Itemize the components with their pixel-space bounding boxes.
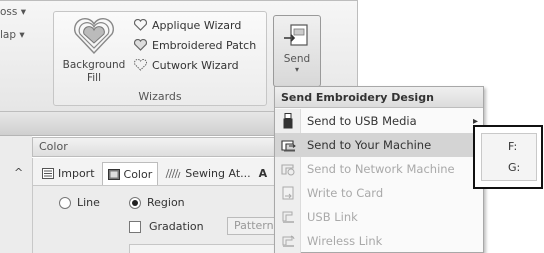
- menu-item-send-to-your-machine[interactable]: Send to Your Machine: [275, 133, 483, 157]
- menu-item-wireless-link[interactable]: Wireless Link: [275, 229, 483, 253]
- wireless-link-icon: [282, 235, 295, 247]
- region-radio[interactable]: Region: [129, 196, 185, 209]
- tab-sewing-attributes[interactable]: Sewing At...: [160, 162, 255, 184]
- left-margin: [0, 136, 32, 253]
- gradation-label: Gradation: [149, 220, 204, 233]
- region-radio-button[interactable]: [129, 196, 141, 209]
- usb-icon: [283, 113, 293, 129]
- menu-item-send-to-network-machine[interactable]: Send to Network Machine: [275, 157, 483, 181]
- wizards-group: Background Fill Applique Wizard Embroide…: [53, 11, 267, 106]
- send-icon: [284, 24, 308, 46]
- background-fill-icon: [74, 18, 114, 55]
- heart-outline-icon: [134, 19, 147, 31]
- usb-link-icon: [282, 211, 294, 223]
- color-icon: [107, 168, 120, 180]
- card-icon: [282, 186, 294, 200]
- menu-item-usb-link[interactable]: USB Link: [275, 205, 483, 229]
- heart-patch-icon: [134, 39, 147, 51]
- ribbon-partial-item-2[interactable]: lap ▾: [0, 29, 25, 41]
- wizards-group-label: Wizards: [138, 90, 182, 103]
- drive-g[interactable]: G:: [508, 161, 520, 174]
- gradation-checkbox-box[interactable]: [129, 220, 141, 233]
- drive-f[interactable]: F:: [508, 140, 517, 153]
- menu-item-send-to-usb-media[interactable]: Send to USB Media ▸: [275, 109, 483, 133]
- background-fill-label-1: Background: [62, 59, 126, 71]
- menu-title: Send Embroidery Design: [275, 87, 483, 108]
- embroidered-patch-button[interactable]: Embroidered Patch: [134, 35, 266, 55]
- applique-wizard-button[interactable]: Applique Wizard: [134, 15, 266, 35]
- panel-title: Color: [39, 140, 68, 153]
- network-machine-icon: [281, 164, 295, 176]
- line-radio-button[interactable]: [59, 196, 71, 209]
- collapse-caret[interactable]: ^: [14, 166, 23, 179]
- pattern-button[interactable]: Pattern...: [227, 217, 281, 235]
- cutwork-heart-icon: [134, 59, 147, 71]
- pattern-area: [129, 244, 279, 253]
- usb-drive-submenu: F: G:: [473, 125, 543, 189]
- wizard-list: Applique Wizard Embroidered Patch Cutwor…: [134, 15, 266, 75]
- background-fill-label-2: Fill: [86, 72, 102, 84]
- line-radio[interactable]: Line: [59, 196, 100, 209]
- submenu-panel: F: G:: [481, 133, 537, 181]
- ribbon-partial-item-1[interactable]: oss ▾: [0, 6, 26, 18]
- send-button[interactable]: Send ▾: [273, 15, 321, 87]
- sewing-attributes-icon: [165, 168, 181, 178]
- gradation-checkbox[interactable]: Gradation: [129, 220, 204, 233]
- send-label: Send: [283, 53, 311, 65]
- cutwork-wizard-button[interactable]: Cutwork Wizard: [134, 55, 266, 75]
- region-radio-label: Region: [147, 196, 185, 209]
- tab-color[interactable]: Color: [101, 162, 159, 185]
- line-radio-label: Line: [77, 196, 100, 209]
- tab-overflow[interactable]: A: [258, 162, 269, 184]
- send-arrow: ▾: [294, 65, 299, 74]
- background-fill-button[interactable]: Background Fill: [56, 14, 132, 90]
- import-icon: [42, 167, 54, 179]
- send-dropdown-menu: Send Embroidery Design Send to USB Media…: [274, 86, 484, 253]
- machine-icon: [281, 140, 296, 152]
- menu-item-write-to-card[interactable]: Write to Card: [275, 181, 483, 205]
- tab-import[interactable]: Import: [37, 162, 100, 184]
